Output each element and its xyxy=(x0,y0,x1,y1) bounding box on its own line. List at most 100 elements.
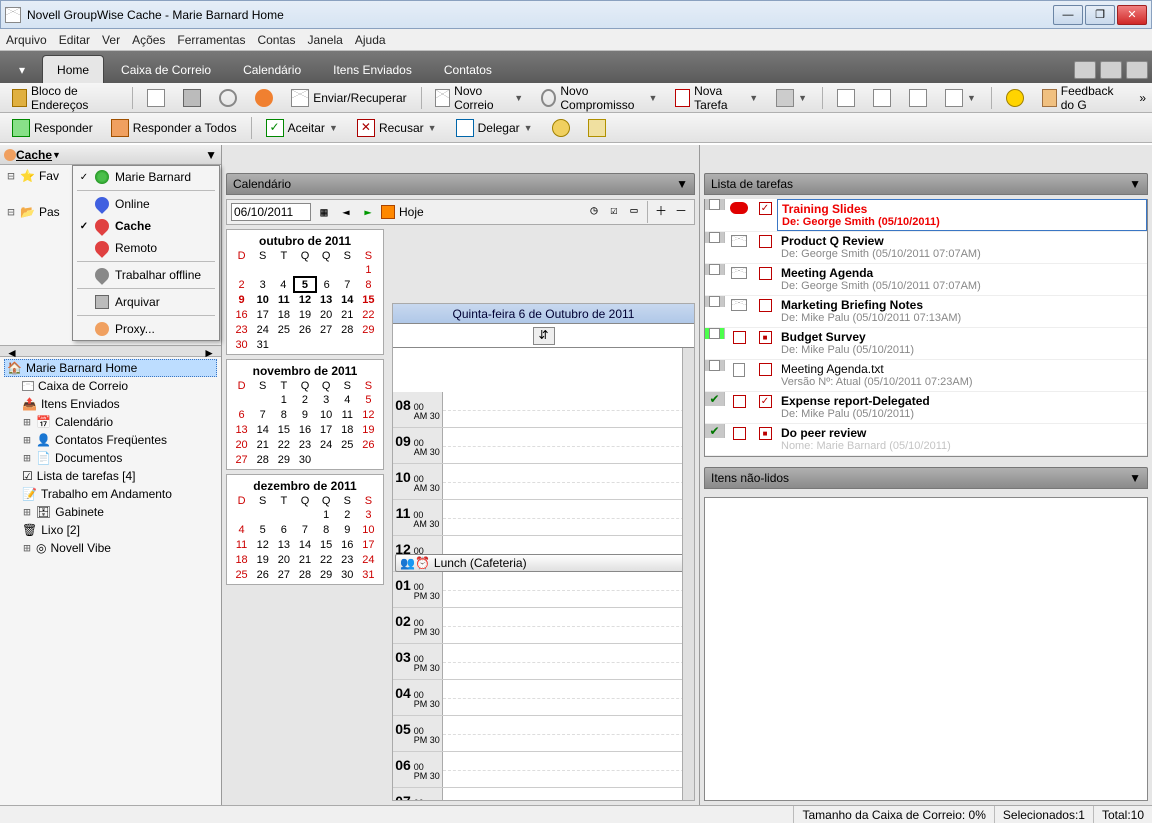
maximize-button[interactable]: ❐ xyxy=(1085,5,1115,25)
task-list[interactable]: Training SlidesDe: George Smith (05/10/2… xyxy=(704,199,1148,457)
menu-editar[interactable]: Editar xyxy=(59,33,90,47)
unread-panel-header[interactable]: Itens não-lidos▼ xyxy=(704,467,1148,489)
menu-online[interactable]: Online xyxy=(73,193,219,215)
new-other-button[interactable]: ▼ xyxy=(770,87,814,109)
task-row[interactable]: Meeting AgendaDe: George Smith (05/10/20… xyxy=(705,264,1147,296)
today-button[interactable]: Hoje xyxy=(399,205,424,219)
tab-contacts[interactable]: Contatos xyxy=(429,55,507,83)
folder-tree[interactable]: 🏠 Marie Barnard Home Caixa de Correio 📤 … xyxy=(0,357,221,559)
folder-calendar[interactable]: ⊞📅 Calendário xyxy=(4,413,217,431)
menu-ajuda[interactable]: Ajuda xyxy=(355,33,386,47)
cache-dropdown[interactable]: Cache▼ ▼ xyxy=(0,145,221,165)
appointment-block[interactable]: 👥⏰Lunch (Cafeteria) xyxy=(395,554,692,572)
notes-button[interactable] xyxy=(582,117,612,139)
task-row[interactable]: ✔ Expense report-DelegatedDe: Mike Palu … xyxy=(705,392,1147,424)
nav-tabs: ▾ Home Caixa de Correio Calendário Itens… xyxy=(0,51,1152,83)
cal-add-button[interactable]: ＋ xyxy=(652,201,670,219)
menu-acoes[interactable]: Ações xyxy=(132,33,165,47)
mini-calendars[interactable]: outubro de 2011DSTQQSS123456789101112131… xyxy=(226,229,384,589)
menu-ferramentas[interactable]: Ferramentas xyxy=(177,33,245,47)
calendar-date-input[interactable] xyxy=(231,203,311,221)
task-row[interactable]: ✔ Do peer reviewNome: Marie Barnard (05/… xyxy=(705,424,1147,456)
smiley-button[interactable] xyxy=(1000,87,1030,109)
minimize-button[interactable]: — xyxy=(1053,5,1083,25)
folder-cabinet[interactable]: ⊞🗄 Gabinete xyxy=(4,503,217,521)
hour-grid[interactable]: 0800AM 300900AM 301000AM 301100AM 301200… xyxy=(393,392,694,801)
folder-docs[interactable]: ⊞📄 Documentos xyxy=(4,449,217,467)
menubar: Arquivo Editar Ver Ações Ferramentas Con… xyxy=(0,29,1152,51)
delegate-button[interactable]: Delegar▼ xyxy=(450,117,540,139)
today-icon[interactable] xyxy=(381,205,395,219)
feedback-button[interactable]: Feedback do G xyxy=(1036,82,1134,114)
view2-button[interactable] xyxy=(867,87,897,109)
folder-sent[interactable]: 📤 Itens Enviados xyxy=(4,395,217,413)
alarm-button[interactable] xyxy=(546,117,576,139)
scrollbar[interactable] xyxy=(682,348,694,800)
tasklist-panel-header[interactable]: Lista de tarefas▼ xyxy=(704,173,1148,195)
reply-all-button[interactable]: Responder a Todos xyxy=(105,117,243,139)
status-selected: Selecionados:1 xyxy=(994,806,1093,823)
menu-user[interactable]: ✓Marie Barnard xyxy=(73,166,219,188)
contacts-button[interactable] xyxy=(249,87,279,109)
address-book-button[interactable]: Bloco de Endereços xyxy=(6,82,124,114)
folder-tasklist[interactable]: ☑ Lista de tarefas [4] xyxy=(4,467,217,485)
task-row[interactable]: Budget SurveyDe: Mike Palu (05/10/2011) xyxy=(705,328,1147,360)
menu-cache[interactable]: ✓Cache xyxy=(73,215,219,237)
allday-icon[interactable]: ⇵ xyxy=(533,327,555,345)
nav-arrow[interactable]: ▾ xyxy=(4,55,40,83)
tab-calendar[interactable]: Calendário xyxy=(228,55,316,83)
task-row[interactable]: Meeting Agenda.txtVersão Nº: Atual (05/1… xyxy=(705,360,1147,392)
folder-root[interactable]: 🏠 Marie Barnard Home xyxy=(4,359,217,377)
menu-janela[interactable]: Janela xyxy=(307,33,342,47)
folder-mailbox[interactable]: Caixa de Correio xyxy=(4,377,217,395)
folder-wip[interactable]: 📝 Trabalho em Andamento xyxy=(4,485,217,503)
folder-contacts[interactable]: ⊞👤 Contatos Freqüentes xyxy=(4,431,217,449)
view3-button[interactable] xyxy=(903,87,933,109)
calendar-panel-header[interactable]: Calendário▼ xyxy=(226,173,695,195)
new-button[interactable] xyxy=(141,87,171,109)
view1-button[interactable] xyxy=(831,87,861,109)
menu-ver[interactable]: Ver xyxy=(102,33,120,47)
cache-popup-menu[interactable]: ✓Marie Barnard Online ✓Cache Remoto Trab… xyxy=(72,165,220,341)
reply-button[interactable]: Responder xyxy=(6,117,99,139)
toolbar-main: Bloco de Endereços Enviar/Recuperar Novo… xyxy=(0,83,1152,113)
new-appointment-button[interactable]: Novo Compromisso▼ xyxy=(535,82,663,114)
task-row[interactable]: Marketing Briefing NotesDe: Mike Palu (0… xyxy=(705,296,1147,328)
folder-trash[interactable]: 🗑 Lixo [2] xyxy=(4,521,217,539)
cal-view3-button[interactable]: ▭ xyxy=(625,201,643,219)
menu-remote[interactable]: Remoto xyxy=(73,237,219,259)
menu-work-offline[interactable]: Trabalhar offline xyxy=(73,264,219,286)
panel-toggle-2-icon[interactable] xyxy=(1100,61,1122,79)
panel-toggle-3-icon[interactable] xyxy=(1126,61,1148,79)
task-row[interactable]: Training SlidesDe: George Smith (05/10/2… xyxy=(705,199,1147,232)
prev-day-button[interactable]: ◄ xyxy=(337,203,355,221)
cal-view1-button[interactable]: ◷ xyxy=(585,201,603,219)
panel-toggle-1-icon[interactable] xyxy=(1074,61,1096,79)
sendrecv-button[interactable]: Enviar/Recuperar xyxy=(285,87,412,109)
tab-sent[interactable]: Itens Enviados xyxy=(318,55,427,83)
menu-archive[interactable]: Arquivar xyxy=(73,291,219,313)
task-row[interactable]: Product Q ReviewDe: George Smith (05/10/… xyxy=(705,232,1147,264)
menu-arquivo[interactable]: Arquivo xyxy=(6,33,47,47)
cal-remove-button[interactable]: － xyxy=(672,201,690,219)
new-task-button[interactable]: Nova Tarefa▼ xyxy=(669,82,764,114)
right-pane: Lista de tarefas▼ Training SlidesDe: Geo… xyxy=(700,145,1152,805)
day-view: Quinta-feira 6 de Outubro de 2011 ⇵ 0800… xyxy=(392,303,695,801)
tab-mailbox[interactable]: Caixa de Correio xyxy=(106,55,226,83)
search-button[interactable] xyxy=(213,87,243,109)
titlebar: Novell GroupWise Cache - Marie Barnard H… xyxy=(0,0,1152,29)
cal-view2-button[interactable]: ☑ xyxy=(605,201,623,219)
window-title: Novell GroupWise Cache - Marie Barnard H… xyxy=(27,8,1053,22)
folder-vibe[interactable]: ⊞◎ Novell Vibe xyxy=(4,539,217,557)
print-button[interactable] xyxy=(177,87,207,109)
view4-button[interactable]: ▼ xyxy=(939,87,983,109)
menu-contas[interactable]: Contas xyxy=(257,33,295,47)
datepicker-icon[interactable]: ▦ xyxy=(315,203,333,221)
tab-home[interactable]: Home xyxy=(42,55,104,83)
refuse-button[interactable]: ✕Recusar▼ xyxy=(351,117,444,139)
menu-proxy[interactable]: Proxy... xyxy=(73,318,219,340)
close-button[interactable]: ✕ xyxy=(1117,5,1147,25)
new-mail-button[interactable]: Novo Correio▼ xyxy=(429,82,529,114)
next-day-button[interactable]: ► xyxy=(359,203,377,221)
accept-button[interactable]: ✓Aceitar▼ xyxy=(260,117,345,139)
